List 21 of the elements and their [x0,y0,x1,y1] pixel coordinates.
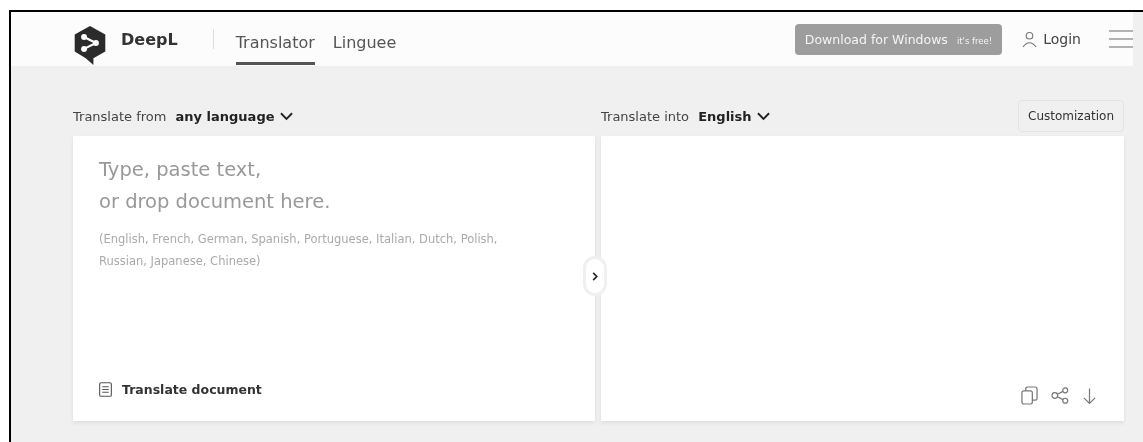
document-icon [99,382,112,397]
placeholder-text: Type, paste text, or drop document here. [99,157,332,215]
target-language-selector[interactable]: Translate into English [601,108,770,124]
nav-tab[interactable]: Translator [235,21,315,65]
languages-hint: (English, French, German, Spanish, Portuguese, Italian, Dutch, Polish, Russian, Japanese, Chinese) [99,231,499,270]
nav-tab[interactable]: Linguee [332,21,397,65]
source-language-selector[interactable]: Translate from any language [73,108,601,124]
share-icon[interactable] [1051,387,1070,404]
chevron-down-icon [756,111,770,121]
logo-icon[interactable] [73,24,107,66]
copy-icon[interactable] [1021,386,1038,405]
user-icon [1022,30,1038,48]
login-button[interactable]: Login [1016,29,1087,49]
translate-document-button[interactable]: Translate document [99,382,262,403]
chevron-right-icon [592,271,598,281]
download-icon[interactable] [1083,386,1096,405]
brand-name: DeepL [121,29,178,49]
chevron-down-icon [279,111,293,121]
customization-button[interactable]: Customization [1018,100,1124,132]
source-text-area[interactable]: Type, paste text, or drop document here. (English, French, German, Spanish, Portuguese, Italian, Dutch, Polish, Russian, Japanese, Chinese) Translate document [73,136,595,421]
expand-toggle-button[interactable] [583,256,607,296]
